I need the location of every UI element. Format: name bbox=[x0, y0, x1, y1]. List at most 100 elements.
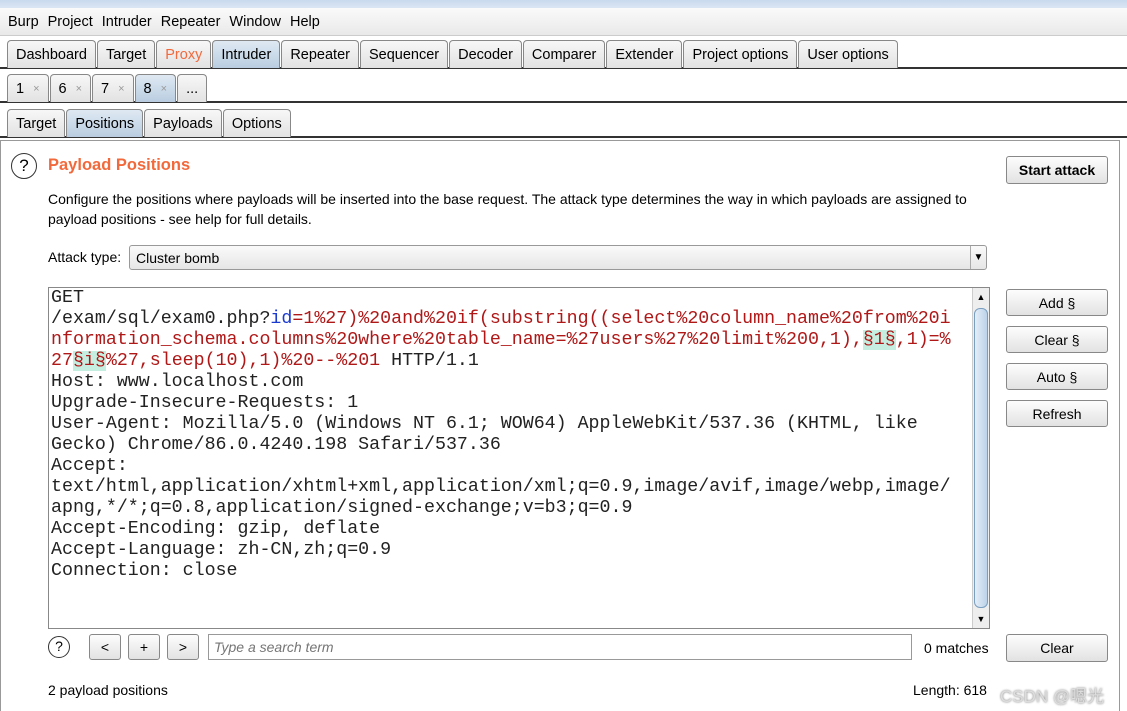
request-segment: /exam/sql/exam0.php? bbox=[51, 309, 271, 329]
request-editor[interactable]: GET/exam/sql/exam0.php?id=1%27)%20and%20… bbox=[48, 287, 990, 629]
tab-payloads[interactable]: Payloads bbox=[144, 109, 222, 137]
tab-user-options[interactable]: User options bbox=[798, 40, 898, 68]
tab-label: Intruder bbox=[221, 46, 272, 63]
description-line: payload positions - see help for full de… bbox=[48, 211, 312, 227]
menu-help[interactable]: Help bbox=[290, 14, 320, 30]
request-line: /exam/sql/exam0.php?id=1%27)%20and%20if(… bbox=[51, 309, 951, 330]
tab-label: ... bbox=[186, 80, 199, 97]
request-segment: %27,sleep(10),1)%20--%201 bbox=[105, 351, 381, 371]
tab-label: Decoder bbox=[458, 46, 513, 63]
chevron-down-icon: ▼ bbox=[970, 246, 986, 269]
vertical-scrollbar[interactable]: ▲ ▼ bbox=[972, 288, 989, 628]
clear-button[interactable]: Clear § bbox=[1006, 326, 1108, 353]
tab-intruder[interactable]: Intruder bbox=[212, 40, 281, 68]
tab-1[interactable]: 1 × bbox=[7, 74, 49, 102]
request-line: apng,*/*;q=0.8,application/signed-exchan… bbox=[51, 498, 951, 519]
clear-search-button[interactable]: Clear bbox=[1006, 634, 1108, 662]
request-line: nformation_schema.columns%20where%20tabl… bbox=[51, 330, 951, 351]
watermark: CSDN @嗯光 bbox=[1000, 687, 1105, 706]
tab-label: Options bbox=[231, 115, 282, 132]
tab-proxy[interactable]: Proxy bbox=[156, 40, 212, 68]
tab-6[interactable]: 6 × bbox=[49, 74, 92, 102]
request-segment: Accept-Language: zh-CN,zh;q=0.9 bbox=[51, 540, 392, 560]
tab-7[interactable]: 7 × bbox=[92, 74, 134, 102]
sub-tabs: Target Positions Payloads Options bbox=[0, 106, 1127, 138]
tab-label: Comparer bbox=[531, 46, 597, 63]
request-segment: apng,*/*;q=0.8,application/signed-exchan… bbox=[51, 498, 633, 518]
tab-label: Extender bbox=[615, 46, 674, 63]
request-text: GET/exam/sql/exam0.php?id=1%27)%20and%20… bbox=[51, 288, 951, 582]
request-segment: Host: www.localhost.com bbox=[51, 372, 304, 392]
tab-label: Payloads bbox=[153, 115, 213, 132]
help-icon[interactable]: ? bbox=[11, 153, 37, 179]
tab-options[interactable]: Options bbox=[222, 109, 291, 137]
menu-burp[interactable]: Burp bbox=[8, 14, 39, 30]
request-segment: text/html,application/xhtml+xml,applicat… bbox=[51, 477, 951, 497]
scrollbar-thumb[interactable] bbox=[974, 308, 988, 608]
tab-project-options[interactable]: Project options bbox=[683, 40, 798, 68]
tab-label: Repeater bbox=[290, 46, 350, 63]
menu-project[interactable]: Project bbox=[48, 14, 93, 30]
close-icon[interactable]: × bbox=[33, 83, 39, 95]
request-segment: =1%27)%20and%20if(substring((select%20co… bbox=[292, 309, 951, 329]
request-line: Accept: bbox=[51, 456, 951, 477]
payload-marker: §1§ bbox=[862, 330, 896, 350]
tab-label: Target bbox=[105, 46, 147, 63]
scroll-down-icon[interactable]: ▼ bbox=[973, 610, 989, 628]
previous-match-button[interactable]: < bbox=[89, 634, 121, 660]
attack-type-select[interactable]: Cluster bomb ▼ bbox=[129, 245, 987, 270]
close-icon[interactable]: × bbox=[76, 83, 82, 95]
tab-extender[interactable]: Extender bbox=[606, 40, 683, 68]
tab-target[interactable]: Target bbox=[7, 109, 66, 137]
payload-marker: §i§ bbox=[72, 351, 106, 371]
menu-intruder[interactable]: Intruder bbox=[102, 14, 152, 30]
tab-label: Positions bbox=[75, 115, 135, 132]
window-title-bar bbox=[0, 0, 1127, 8]
tab-label: User options bbox=[807, 46, 889, 63]
tab-dashboard[interactable]: Dashboard bbox=[7, 40, 96, 68]
request-segment: GET bbox=[51, 288, 84, 308]
request-segment: Accept-Encoding: gzip, deflate bbox=[51, 519, 381, 539]
request-segment: Gecko) Chrome/86.0.4240.198 Safari/537.3… bbox=[51, 435, 501, 455]
tab-comparer[interactable]: Comparer bbox=[522, 40, 606, 68]
request-line: Upgrade-Insecure-Requests: 1 bbox=[51, 393, 951, 414]
add-search-button[interactable]: + bbox=[128, 634, 160, 660]
request-segment: Connection: close bbox=[51, 561, 238, 581]
request-segment: Upgrade-Insecure-Requests: 1 bbox=[51, 393, 359, 413]
request-line: Host: www.localhost.com bbox=[51, 372, 951, 393]
tab-repeater[interactable]: Repeater bbox=[281, 40, 359, 68]
request-segment: HTTP/1.1 bbox=[380, 351, 479, 371]
start-attack-button[interactable]: Start attack bbox=[1006, 156, 1108, 184]
tab-label: 8 bbox=[143, 80, 152, 97]
tab-target[interactable]: Target bbox=[96, 40, 156, 68]
tab-label: 6 bbox=[58, 80, 67, 97]
tab-sequencer[interactable]: Sequencer bbox=[359, 40, 449, 68]
request-line: GET bbox=[51, 288, 951, 309]
section-title: Payload Positions bbox=[48, 156, 191, 174]
auto-button[interactable]: Auto § bbox=[1006, 363, 1108, 390]
add-button[interactable]: Add § bbox=[1006, 289, 1108, 316]
search-help-icon[interactable]: ? bbox=[48, 636, 70, 658]
close-icon[interactable]: × bbox=[161, 83, 167, 95]
scroll-up-icon[interactable]: ▲ bbox=[973, 288, 989, 306]
request-line: Gecko) Chrome/86.0.4240.198 Safari/537.3… bbox=[51, 435, 951, 456]
payload-positions-count: 2 payload positions bbox=[48, 682, 168, 698]
menu-repeater[interactable]: Repeater bbox=[161, 14, 221, 30]
request-segment: id bbox=[270, 309, 293, 329]
section-description: Configure the positions where payloads w… bbox=[48, 189, 967, 229]
tab--[interactable]: ... bbox=[177, 74, 208, 102]
request-segment: User-Agent: Mozilla/5.0 (Windows NT 6.1;… bbox=[51, 414, 918, 434]
next-match-button[interactable]: > bbox=[167, 634, 199, 660]
tab-positions[interactable]: Positions bbox=[66, 109, 144, 137]
close-icon[interactable]: × bbox=[118, 83, 124, 95]
request-line: Accept-Language: zh-CN,zh;q=0.9 bbox=[51, 540, 951, 561]
tab-label: Project options bbox=[692, 46, 789, 63]
request-segment: ,1)=% bbox=[895, 330, 951, 350]
menu-bar: Burp Project Intruder Repeater Window Help bbox=[0, 8, 1127, 36]
tab-8[interactable]: 8 × bbox=[134, 74, 177, 102]
menu-window[interactable]: Window bbox=[229, 14, 281, 30]
search-input[interactable] bbox=[208, 634, 912, 660]
refresh-button[interactable]: Refresh bbox=[1006, 400, 1108, 427]
request-line: User-Agent: Mozilla/5.0 (Windows NT 6.1;… bbox=[51, 414, 951, 435]
tab-decoder[interactable]: Decoder bbox=[449, 40, 522, 68]
